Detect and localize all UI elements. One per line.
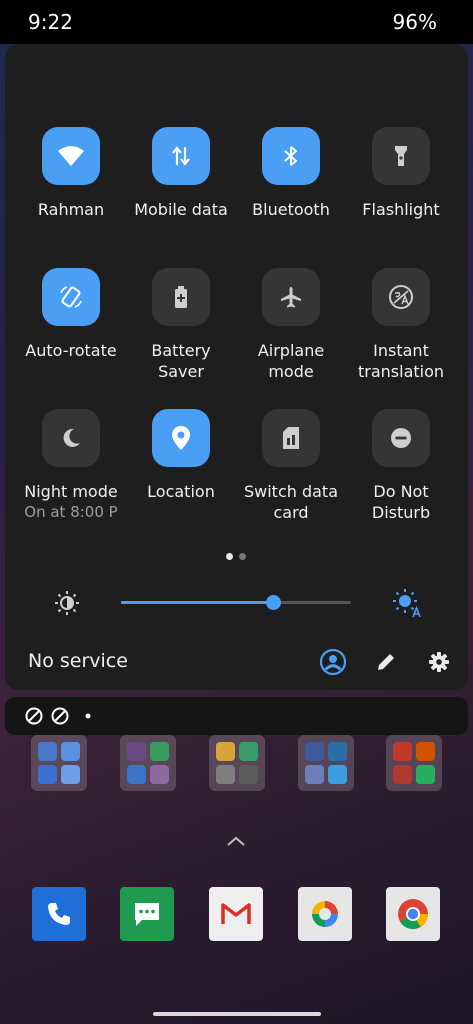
- tile-do-not-disturb[interactable]: Do Not Disturb: [346, 409, 456, 523]
- app-folder-social[interactable]: [298, 735, 354, 791]
- tile-switch-data-card[interactable]: Switch data card: [236, 409, 346, 523]
- status-time: 9:22: [28, 10, 73, 34]
- app-folder-messaging[interactable]: [120, 735, 176, 791]
- brightness-row: [5, 584, 468, 624]
- app-folder-google[interactable]: [31, 735, 87, 791]
- chat-bubble-icon: [135, 903, 159, 926]
- more-notifications-dot-icon: [85, 713, 91, 719]
- carrier-status: No service: [28, 650, 128, 672]
- app-folder-finance[interactable]: [386, 735, 442, 791]
- tile-label: Night mode: [24, 482, 118, 501]
- no-signal-icon: [25, 707, 43, 725]
- moon-icon: [63, 428, 80, 447]
- gesture-navigation-bar[interactable]: [153, 1012, 321, 1016]
- location-pin-icon: [172, 426, 190, 450]
- app-folder-tools[interactable]: [209, 735, 265, 791]
- gmail-icon: [221, 903, 251, 924]
- auto-rotate-icon: [60, 286, 82, 308]
- tile-airplane-mode[interactable]: Airplane mode: [236, 268, 346, 382]
- brightness-slider[interactable]: [121, 595, 351, 610]
- tile-sublabel: On at 8:00 P: [24, 503, 118, 521]
- tile-location[interactable]: Location: [126, 409, 236, 502]
- tile-auto-rotate[interactable]: Auto-rotate: [16, 268, 126, 361]
- battery-saver-icon: [175, 286, 187, 308]
- settings-gear-icon[interactable]: [428, 651, 450, 673]
- no-signal-icon: [51, 707, 69, 725]
- flashlight-icon: [395, 146, 407, 166]
- tile-label: Location: [147, 482, 215, 501]
- tile-label: Switch data card: [243, 482, 339, 522]
- bluetooth-icon: [284, 146, 297, 166]
- user-account-icon[interactable]: [319, 648, 347, 676]
- tile-flashlight[interactable]: Flashlight: [346, 127, 456, 220]
- status-bar: 9:22 96%: [0, 0, 473, 44]
- auto-brightness-icon[interactable]: [392, 588, 422, 618]
- tile-label: Airplane mode: [257, 341, 325, 381]
- chrome-icon: [398, 899, 428, 930]
- translate-icon: [389, 285, 413, 309]
- brightness-low-icon: [55, 591, 79, 615]
- night-mode-tile-button[interactable]: [42, 409, 100, 467]
- tile-label: Flashlight: [362, 200, 440, 219]
- tile-instant-translation[interactable]: Instant translation: [346, 268, 456, 382]
- page-dot-active[interactable]: [226, 553, 233, 560]
- camera-app-icon[interactable]: [298, 887, 352, 941]
- tile-bluetooth[interactable]: Bluetooth: [236, 127, 346, 220]
- battery-saver-tile-button[interactable]: [152, 268, 210, 326]
- app-drawer-chevron-icon[interactable]: [226, 835, 246, 847]
- brightness-slider-thumb[interactable]: [265, 595, 281, 610]
- quick-settings-footer: No service: [5, 644, 468, 680]
- tile-label: Do Not Disturb: [371, 482, 431, 522]
- battery-percentage: 96%: [392, 10, 437, 34]
- tile-label: Auto-rotate: [25, 341, 117, 360]
- phone-app-icon[interactable]: [32, 887, 86, 941]
- dnd-tile-button[interactable]: [372, 409, 430, 467]
- airplane-tile-button[interactable]: [262, 268, 320, 326]
- mobile-data-tile-button[interactable]: [152, 127, 210, 185]
- airplane-icon: [281, 287, 301, 308]
- mobile-data-icon: [172, 146, 190, 166]
- phone-icon: [48, 903, 70, 925]
- edit-pencil-icon[interactable]: [376, 652, 396, 672]
- do-not-disturb-icon: [391, 428, 411, 448]
- flashlight-tile-button[interactable]: [372, 127, 430, 185]
- sim-card-icon: [283, 427, 299, 449]
- page-indicator: [226, 553, 246, 560]
- tile-label: Instant translation: [357, 341, 445, 381]
- tile-label: Mobile data: [134, 200, 228, 219]
- chrome-app-icon[interactable]: [386, 887, 440, 941]
- tile-wifi[interactable]: Rahman: [16, 127, 126, 220]
- tile-label: Rahman: [37, 200, 105, 219]
- messages-app-icon[interactable]: [120, 887, 174, 941]
- tile-battery-saver[interactable]: Battery Saver: [126, 268, 236, 382]
- tile-mobile-data[interactable]: Mobile data: [126, 127, 236, 220]
- wifi-icon: [58, 146, 84, 166]
- quick-settings-panel: Rahman Mobile data Bluetooth Flashlight: [5, 44, 468, 690]
- bluetooth-tile-button[interactable]: [262, 127, 320, 185]
- translate-tile-button[interactable]: [372, 268, 430, 326]
- gmail-app-icon[interactable]: [209, 887, 263, 941]
- page-dot[interactable]: [239, 553, 246, 560]
- switch-data-card-tile-button[interactable]: [262, 409, 320, 467]
- notification-strip[interactable]: [5, 697, 468, 735]
- camera-lens-icon: [312, 901, 338, 927]
- location-tile-button[interactable]: [152, 409, 210, 467]
- wifi-tile-button[interactable]: [42, 127, 100, 185]
- tile-night-mode[interactable]: Night mode On at 8:00 P: [16, 409, 126, 522]
- auto-rotate-tile-button[interactable]: [42, 268, 100, 326]
- tile-label: Battery Saver: [151, 341, 211, 381]
- home-screen: [0, 735, 473, 1024]
- tile-label: Bluetooth: [252, 200, 330, 219]
- brightness-slider-fill: [121, 601, 273, 604]
